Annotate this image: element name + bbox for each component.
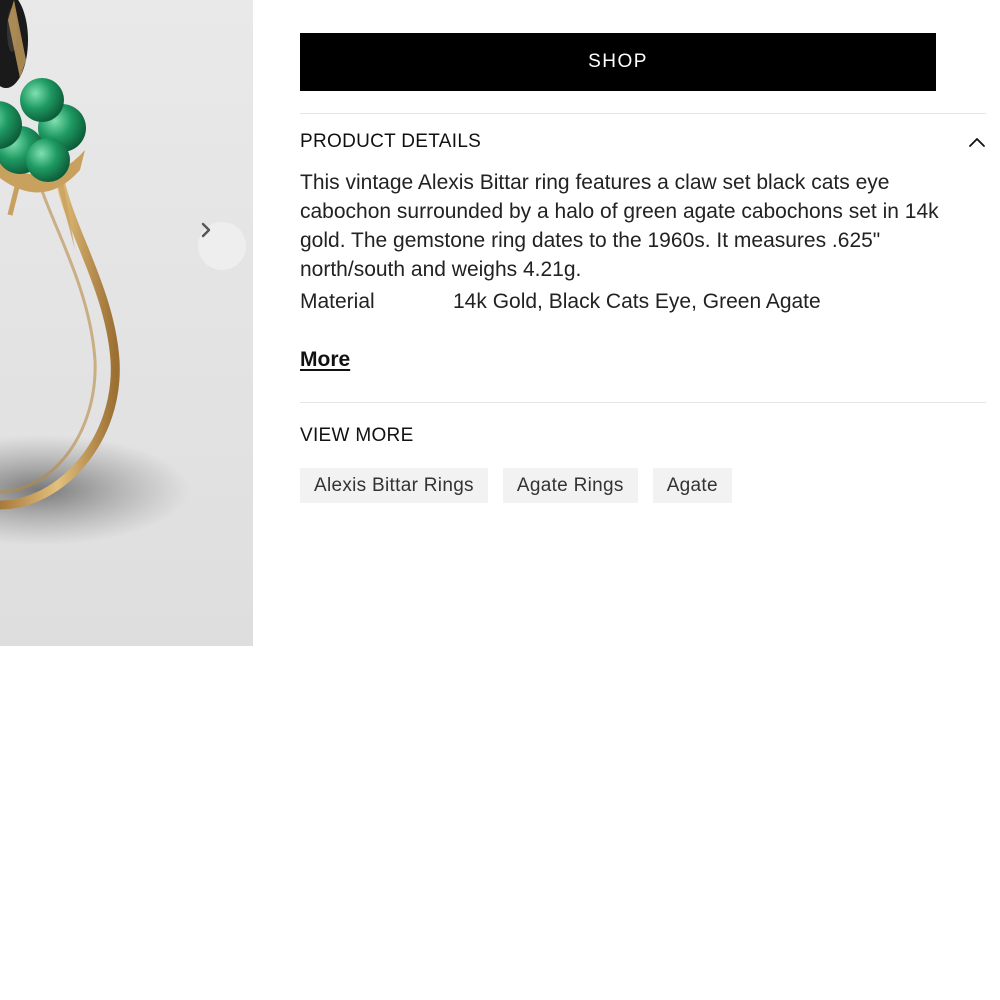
product-image[interactable] bbox=[0, 0, 253, 646]
carousel-next-button[interactable] bbox=[198, 222, 246, 270]
tag-alexis-bittar-rings[interactable]: Alexis Bittar Rings bbox=[300, 468, 488, 503]
attribute-label: Material bbox=[300, 290, 375, 313]
product-description: This vintage Alexis Bittar ring features… bbox=[300, 171, 939, 281]
product-page: SHOP PRODUCT DETAILS This vintage Alexis… bbox=[0, 0, 1000, 1000]
attribute-value: 14k Gold, Black Cats Eye, Green Agate bbox=[453, 290, 821, 313]
tag-agate-rings[interactable]: Agate Rings bbox=[502, 468, 638, 503]
chevron-right-icon bbox=[201, 222, 211, 238]
shop-button[interactable]: SHOP bbox=[300, 33, 936, 91]
divider bbox=[300, 402, 986, 403]
ring-photo bbox=[0, 0, 253, 646]
more-link[interactable]: More bbox=[300, 348, 350, 372]
divider bbox=[300, 113, 986, 114]
product-details-title: PRODUCT DETAILS bbox=[300, 131, 482, 152]
chevron-up-icon[interactable] bbox=[968, 136, 986, 148]
product-details-header[interactable]: PRODUCT DETAILS bbox=[300, 127, 986, 157]
view-more-tags: Alexis Bittar Rings Agate Rings Agate bbox=[300, 468, 732, 503]
view-more-title: VIEW MORE bbox=[300, 425, 414, 446]
tag-agate[interactable]: Agate bbox=[652, 468, 732, 503]
